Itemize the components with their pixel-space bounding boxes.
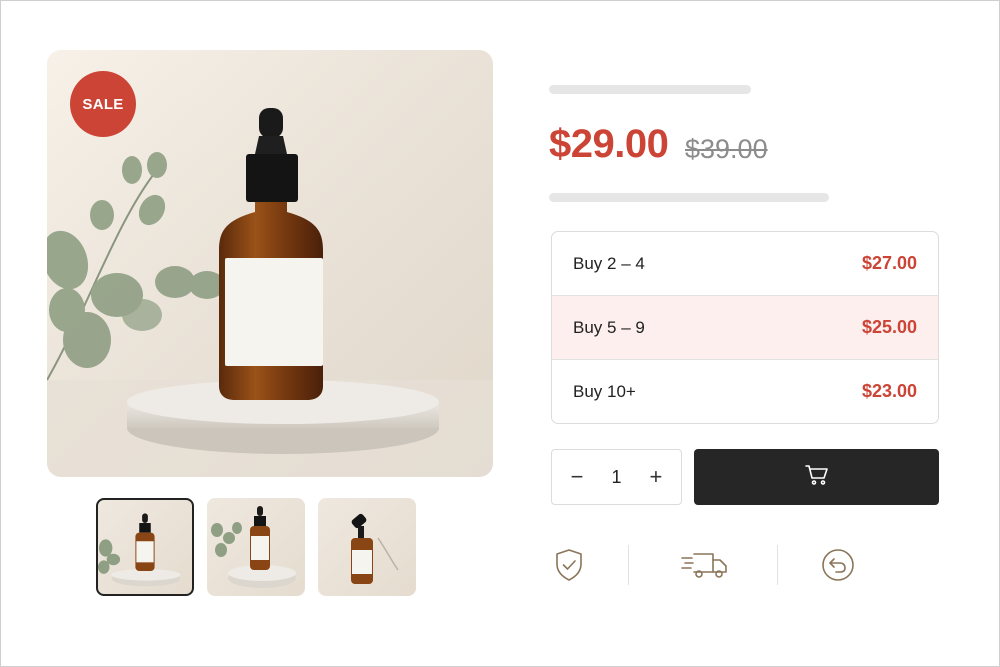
original-price: $39.00 — [685, 134, 768, 164]
tier-price: $25.00 — [861, 317, 917, 337]
quantity-discount-table: Buy 2 – 4 $27.00 Buy 5 – 9 $25.00 Buy 10… — [551, 231, 939, 424]
thumbnail-1[interactable] — [96, 498, 194, 596]
shield-check-icon — [546, 542, 592, 588]
increase-quantity-button[interactable]: + — [645, 466, 667, 488]
tier-label: Buy 10+ — [573, 381, 636, 401]
divider — [777, 545, 778, 585]
tier-price: $23.00 — [861, 381, 917, 401]
title-placeholder — [549, 85, 751, 94]
add-to-cart-button[interactable] — [694, 449, 939, 505]
tier-row-2[interactable]: Buy 5 – 9 $25.00 — [552, 296, 938, 360]
sale-badge: SALE — [70, 71, 136, 137]
tier-label: Buy 5 – 9 — [573, 317, 645, 337]
divider — [628, 545, 629, 585]
shopping-cart-icon — [804, 464, 829, 491]
current-price: $29.00 — [549, 122, 669, 166]
tier-row-1[interactable]: Buy 2 – 4 $27.00 — [552, 232, 938, 296]
thumbnail-2[interactable] — [207, 498, 305, 596]
tier-label: Buy 2 – 4 — [573, 253, 645, 273]
return-arrow-icon — [815, 542, 861, 588]
quantity-value[interactable]: 1 — [611, 467, 621, 488]
decrease-quantity-button[interactable]: − — [566, 466, 588, 488]
thumbnail-3[interactable] — [318, 498, 416, 596]
delivery-truck-icon — [680, 542, 730, 588]
description-placeholder — [549, 193, 829, 202]
quantity-stepper: − 1 + — [551, 449, 682, 505]
tier-row-3[interactable]: Buy 10+ $23.00 — [552, 360, 938, 423]
tier-price: $27.00 — [861, 253, 917, 273]
